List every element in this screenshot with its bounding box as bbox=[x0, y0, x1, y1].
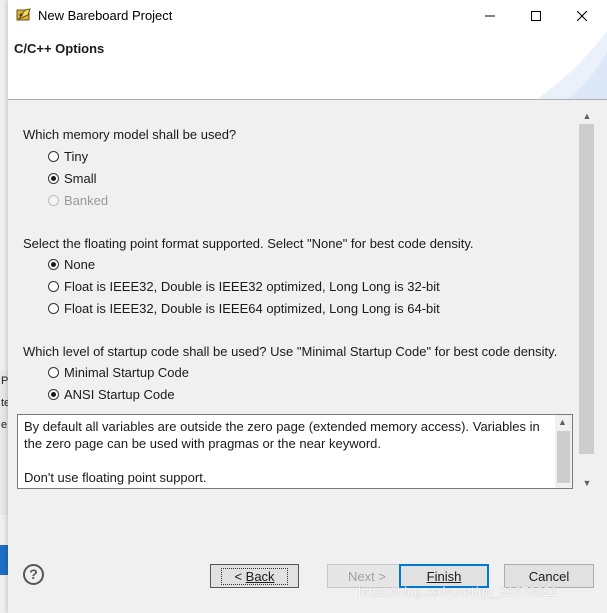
new-project-dialog: New Bareboard Project C/C++ Options Whic… bbox=[8, 0, 607, 613]
wizard-banner: C/C++ Options bbox=[8, 31, 607, 100]
banner-decoration bbox=[537, 31, 607, 99]
radio-button[interactable] bbox=[48, 302, 59, 314]
back-label: Back bbox=[245, 568, 275, 584]
radio-fp-none[interactable]: None bbox=[48, 255, 95, 273]
scroll-down-icon[interactable]: ▼ bbox=[582, 478, 592, 488]
radio-ansi-startup[interactable]: ANSI Startup Code bbox=[48, 385, 175, 403]
minimize-icon bbox=[485, 15, 495, 16]
scrollbar-thumb[interactable] bbox=[579, 124, 594, 454]
radio-label: Float is IEEE32, Double is IEEE32 optimi… bbox=[64, 278, 440, 294]
description-paragraph: By default all variables are outside the… bbox=[24, 419, 540, 451]
floating-point-question: Select the floating point format support… bbox=[23, 236, 474, 251]
radio-small[interactable]: Small bbox=[48, 169, 97, 187]
maximize-icon bbox=[531, 10, 541, 21]
title-bar[interactable]: New Bareboard Project bbox=[8, 0, 607, 31]
radio-button[interactable] bbox=[48, 388, 59, 400]
radio-label: Small bbox=[64, 170, 97, 186]
options-scrollbar[interactable]: ▲ ▼ bbox=[578, 108, 596, 492]
scroll-up-icon[interactable]: ▲ bbox=[582, 111, 592, 121]
memory-model-question: Which memory model shall be used? bbox=[23, 127, 237, 142]
radio-button[interactable] bbox=[48, 280, 59, 292]
minimize-button[interactable] bbox=[467, 0, 513, 31]
radio-fp-32bit[interactable]: Float is IEEE32, Double is IEEE32 optimi… bbox=[48, 277, 440, 295]
radio-label: Minimal Startup Code bbox=[64, 364, 189, 380]
options-scroll-pane: Which memory model shall be used? Tiny S… bbox=[8, 100, 576, 410]
radio-label: Float is IEEE32, Double is IEEE64 optimi… bbox=[64, 300, 440, 316]
radio-button[interactable] bbox=[48, 258, 59, 270]
radio-label: Banked bbox=[64, 192, 109, 208]
wizard-footer: ? < Back Next > Finish Cancel https://bl… bbox=[8, 509, 607, 613]
description-paragraph: Don't use floating point support. bbox=[24, 470, 207, 485]
startup-code-question: Which level of startup code shall be use… bbox=[23, 344, 558, 359]
finish-label: Finish bbox=[426, 568, 462, 584]
background-text: e bbox=[1, 419, 8, 431]
watermark: https://blog.csdn.net/qq_31676021 bbox=[358, 584, 558, 599]
radio-button[interactable] bbox=[48, 172, 59, 184]
radio-button[interactable] bbox=[48, 366, 59, 378]
maximize-button[interactable] bbox=[513, 0, 559, 31]
scroll-up-icon[interactable]: ▲ bbox=[558, 417, 567, 427]
radio-label: ANSI Startup Code bbox=[64, 386, 175, 402]
close-button[interactable] bbox=[559, 0, 605, 31]
help-icon[interactable]: ? bbox=[23, 564, 44, 585]
radio-label: Tiny bbox=[64, 148, 89, 164]
back-prefix: < bbox=[234, 568, 246, 584]
bareboard-project-icon bbox=[16, 7, 32, 23]
close-icon bbox=[577, 10, 587, 21]
radio-tiny[interactable]: Tiny bbox=[48, 147, 88, 165]
radio-fp-64bit[interactable]: Float is IEEE32, Double is IEEE64 optimi… bbox=[48, 299, 440, 317]
radio-button bbox=[48, 194, 59, 206]
page-title: C/C++ Options bbox=[14, 41, 105, 56]
window-title: New Bareboard Project bbox=[38, 8, 173, 23]
radio-button[interactable] bbox=[48, 150, 59, 162]
back-button[interactable]: < Back bbox=[210, 564, 299, 588]
wizard-content: Which memory model shall be used? Tiny S… bbox=[8, 100, 607, 492]
radio-banked: Banked bbox=[48, 191, 108, 209]
back-button-focus: < Back bbox=[221, 567, 288, 585]
description-text: By default all variables are outside the… bbox=[24, 418, 544, 486]
description-scrollbar[interactable]: ▲ bbox=[555, 415, 572, 488]
radio-minimal-startup[interactable]: Minimal Startup Code bbox=[48, 363, 189, 381]
description-box: By default all variables are outside the… bbox=[17, 414, 573, 489]
scrollbar-thumb[interactable] bbox=[557, 431, 570, 483]
radio-label: None bbox=[64, 256, 96, 272]
